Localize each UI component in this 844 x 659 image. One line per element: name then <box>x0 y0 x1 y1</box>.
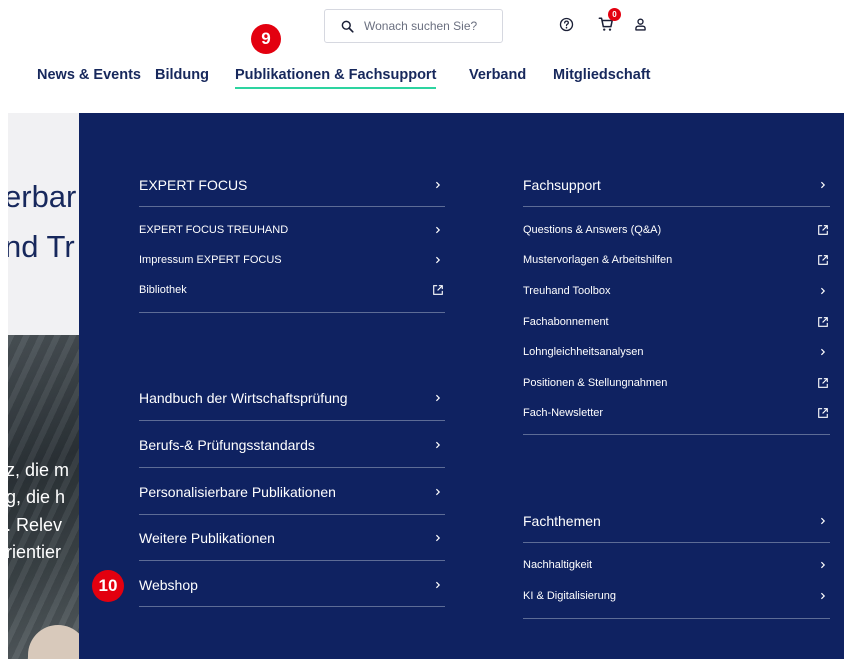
nav-bildung[interactable]: Bildung <box>155 67 209 83</box>
chevron-right-icon <box>816 345 830 359</box>
chevron-right-icon <box>816 284 830 298</box>
nav-publikationen-fachsupport[interactable]: Publikationen & Fachsupport <box>235 67 437 89</box>
search-icon <box>341 20 354 33</box>
hero-title-line2: nd Tr <box>8 229 75 264</box>
hero-text-line4: rientier <box>8 542 62 562</box>
hero-section: erbar nd Tr z, die m g, die h . Relev ri… <box>8 113 88 659</box>
menu-bibliothek[interactable]: Bibliothek <box>139 282 445 298</box>
nav-verband[interactable]: Verband <box>469 67 526 83</box>
menu-treuhand-toolbox[interactable]: Treuhand Toolbox <box>523 283 830 299</box>
menu-lohngleichheitsanalysen[interactable]: Lohngleichheitsanalysen <box>523 344 830 360</box>
menu-expert-focus[interactable]: EXPERT FOCUS <box>139 176 445 194</box>
hero-title-line1: erbar <box>8 179 77 214</box>
step-badge-10: 10 <box>92 570 124 602</box>
chevron-right-icon <box>816 589 830 603</box>
hero-text-line3: . Relev <box>8 515 63 535</box>
divider <box>139 420 445 421</box>
menu-questions-answers[interactable]: Questions & Answers (Q&A) <box>523 222 830 238</box>
menu-impressum-expert-focus[interactable]: Impressum EXPERT FOCUS <box>139 252 445 268</box>
account-icon[interactable] <box>631 15 649 33</box>
menu-nachhaltigkeit[interactable]: Nachhaltigkeit <box>523 557 830 573</box>
cart-count-badge: 0 <box>608 8 621 21</box>
cart-button[interactable]: 0 <box>597 8 621 33</box>
divider <box>139 514 445 515</box>
chevron-right-icon <box>431 253 445 267</box>
menu-fach-newsletter[interactable]: Fach-Newsletter <box>523 405 830 421</box>
nav-mitgliedschaft[interactable]: Mitgliedschaft <box>553 67 650 83</box>
external-link-icon <box>816 376 830 390</box>
chevron-right-icon <box>816 178 830 192</box>
menu-mustervorlagen-arbeitshilfen[interactable]: Mustervorlagen & Arbeitshilfen <box>523 252 830 268</box>
chevron-right-icon <box>431 531 445 545</box>
search-box[interactable] <box>324 9 503 43</box>
menu-fachabonnement[interactable]: Fachabonnement <box>523 314 830 330</box>
chevron-right-icon <box>431 485 445 499</box>
menu-fachsupport[interactable]: Fachsupport <box>523 176 830 194</box>
external-link-icon <box>816 223 830 237</box>
menu-handbuch-wirtschaftspruefung[interactable]: Handbuch der Wirtschaftsprüfung <box>139 388 445 408</box>
chevron-right-icon <box>431 438 445 452</box>
divider <box>139 312 445 313</box>
menu-fachthemen[interactable]: Fachthemen <box>523 512 830 530</box>
external-link-icon <box>816 253 830 267</box>
divider <box>523 206 830 207</box>
search-input[interactable] <box>364 19 494 33</box>
divider <box>139 467 445 468</box>
chevron-right-icon <box>431 578 445 592</box>
external-link-icon <box>816 406 830 420</box>
chevron-right-icon <box>816 514 830 528</box>
divider <box>139 560 445 561</box>
menu-weitere-publikationen[interactable]: Weitere Publikationen <box>139 528 445 548</box>
menu-berufs-pruefungsstandards[interactable]: Berufs-& Prüfungsstandards <box>139 435 445 455</box>
divider <box>139 606 445 607</box>
external-link-icon <box>431 283 445 297</box>
divider <box>139 206 445 207</box>
divider <box>523 618 830 619</box>
menu-expert-focus-treuhand[interactable]: EXPERT FOCUS TREUHAND <box>139 222 445 238</box>
hero-text-line1: z, die m <box>8 460 70 480</box>
menu-expert-focus-label: EXPERT FOCUS <box>139 177 248 193</box>
divider <box>523 542 830 543</box>
menu-positionen-stellungnahmen[interactable]: Positionen & Stellungnahmen <box>523 375 830 391</box>
menu-webshop[interactable]: Webshop <box>139 575 445 595</box>
external-link-icon <box>816 315 830 329</box>
divider <box>523 434 830 435</box>
chevron-right-icon <box>431 223 445 237</box>
step-badge-9: 9 <box>251 24 281 54</box>
chevron-right-icon <box>431 391 445 405</box>
chevron-right-icon <box>431 178 445 192</box>
menu-ki-digitalisierung[interactable]: KI & Digitalisierung <box>523 588 830 604</box>
nav-news-events[interactable]: News & Events <box>37 67 141 83</box>
chevron-right-icon <box>816 558 830 572</box>
help-icon[interactable] <box>557 15 575 33</box>
hero-text-line2: g, die h <box>8 487 66 507</box>
menu-personalisierbare-publikationen[interactable]: Personalisierbare Publikationen <box>139 482 445 502</box>
